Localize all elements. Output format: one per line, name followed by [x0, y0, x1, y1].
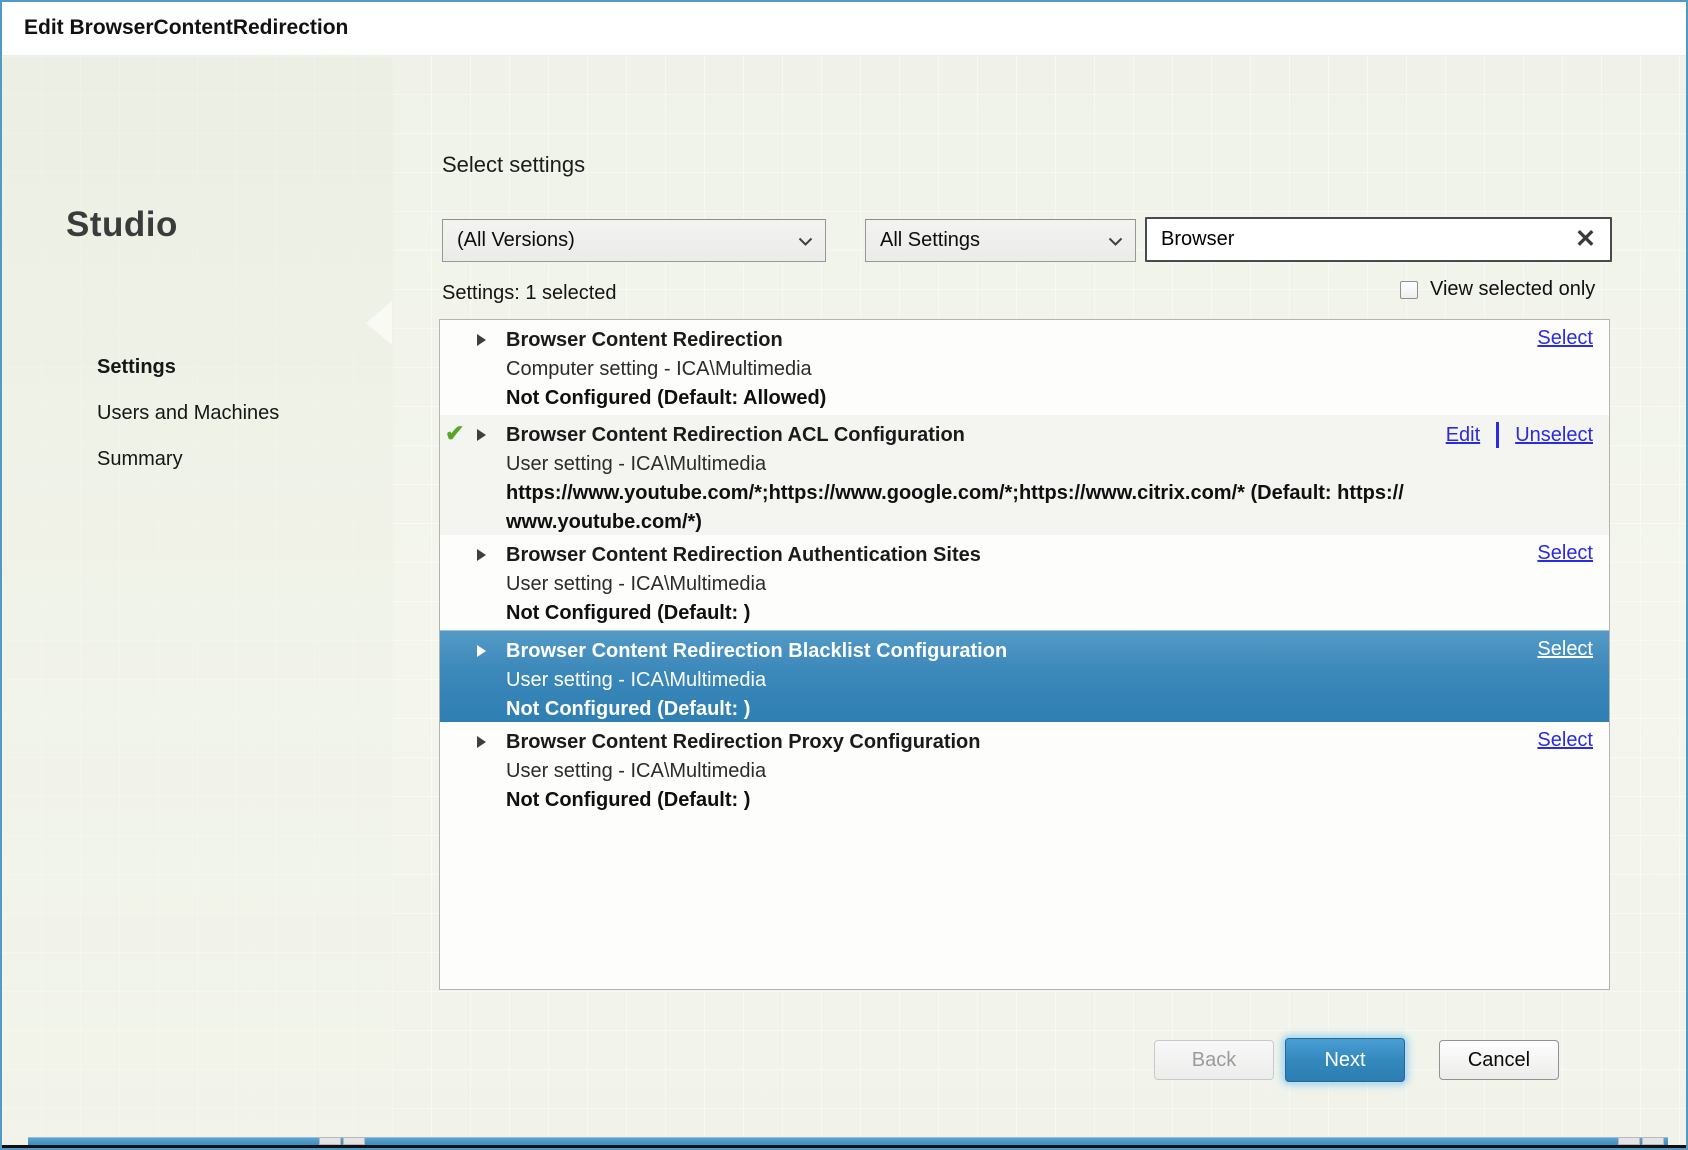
setting-row-acl-configuration[interactable]: ✔ Browser Content Redirection ACL Config…: [440, 415, 1609, 535]
page-title: Select settings: [442, 152, 585, 178]
settings-search-box: ✕: [1145, 217, 1612, 262]
scrollbar-button[interactable]: [1642, 1137, 1664, 1145]
setting-value: Not Configured (Default: ): [506, 695, 1439, 724]
sidebar-item-summary[interactable]: Summary: [97, 448, 279, 471]
setting-value-line-1: https://www.youtube.com/*;https://www.go…: [506, 479, 1439, 508]
setting-value: Not Configured (Default: Allowed): [506, 384, 1439, 413]
category-filter-dropdown[interactable]: All Settings: [865, 219, 1136, 262]
configured-check-icon: ✔: [445, 420, 464, 447]
edit-policy-window: Edit BrowserContentRedirection Studio Se…: [0, 0, 1688, 1150]
setting-row-blacklist-configuration[interactable]: Browser Content Redirection Blacklist Co…: [440, 630, 1609, 722]
expand-arrow-icon[interactable]: [477, 549, 486, 561]
setting-value-line-2: www.youtube.com/*): [506, 508, 1439, 537]
setting-scope: User setting - ICA\Multimedia: [506, 757, 1439, 786]
setting-row-authentication-sites[interactable]: Browser Content Redirection Authenticati…: [440, 535, 1609, 630]
select-link[interactable]: Select: [1537, 729, 1593, 752]
setting-row-browser-content-redirection[interactable]: Browser Content Redirection Computer set…: [440, 320, 1609, 415]
setting-title: Browser Content Redirection Authenticati…: [506, 541, 1439, 570]
setting-scope: User setting - ICA\Multimedia: [506, 450, 1439, 479]
expand-arrow-icon[interactable]: [477, 736, 486, 748]
active-step-notch: [366, 301, 392, 345]
wizard-steps: Settings Users and Machines Summary: [97, 356, 279, 494]
settings-list: Browser Content Redirection Computer set…: [439, 319, 1610, 990]
setting-value: Not Configured (Default: ): [506, 786, 1439, 815]
chevron-down-icon: [798, 237, 813, 247]
studio-brand: Studio: [66, 205, 178, 245]
expand-arrow-icon[interactable]: [477, 429, 486, 441]
setting-title: Browser Content Redirection Proxy Config…: [506, 728, 1439, 757]
category-filter-value: All Settings: [880, 229, 980, 252]
view-selected-only-control: View selected only: [1400, 278, 1595, 301]
scrollbar-button[interactable]: [1618, 1137, 1640, 1145]
select-link[interactable]: Select: [1537, 542, 1593, 565]
setting-title: Browser Content Redirection Blacklist Co…: [506, 637, 1439, 666]
sidebar-item-settings[interactable]: Settings: [97, 356, 279, 379]
expand-arrow-icon[interactable]: [477, 334, 486, 346]
edit-link[interactable]: Edit: [1446, 424, 1480, 447]
cancel-button[interactable]: Cancel: [1439, 1040, 1559, 1080]
expand-arrow-icon[interactable]: [477, 645, 486, 657]
window-titlebar: Edit BrowserContentRedirection: [2, 2, 1686, 56]
wizard-sidebar: Studio Settings Users and Machines Summa…: [2, 57, 394, 1138]
unselect-link[interactable]: Unselect: [1515, 424, 1593, 447]
selection-count: Settings: 1 selected: [442, 282, 617, 305]
setting-scope: User setting - ICA\Multimedia: [506, 666, 1439, 695]
select-link[interactable]: Select: [1537, 327, 1593, 350]
clear-search-icon[interactable]: ✕: [1575, 225, 1596, 253]
view-selected-only-label: View selected only: [1430, 278, 1595, 301]
background-window-edge: [2, 1145, 1686, 1148]
version-filter-value: (All Versions): [457, 229, 575, 252]
setting-scope: Computer setting - ICA\Multimedia: [506, 355, 1439, 384]
select-link[interactable]: Select: [1537, 638, 1593, 661]
setting-title: Browser Content Redirection: [506, 326, 1439, 355]
setting-row-proxy-configuration[interactable]: Browser Content Redirection Proxy Config…: [440, 722, 1609, 817]
horizontal-scrollbar[interactable]: [28, 1137, 1668, 1145]
setting-value: Not Configured (Default: ): [506, 599, 1439, 628]
next-button[interactable]: Next: [1285, 1038, 1405, 1082]
view-selected-only-checkbox[interactable]: [1400, 281, 1418, 299]
window-title: Edit BrowserContentRedirection: [24, 16, 348, 40]
link-divider: [1496, 422, 1499, 448]
sidebar-item-users-and-machines[interactable]: Users and Machines: [97, 402, 279, 425]
version-filter-dropdown[interactable]: (All Versions): [442, 219, 826, 262]
back-button[interactable]: Back: [1154, 1040, 1274, 1080]
search-input[interactable]: [1159, 222, 1539, 257]
scrollbar-button[interactable]: [319, 1137, 341, 1145]
setting-scope: User setting - ICA\Multimedia: [506, 570, 1439, 599]
setting-title: Browser Content Redirection ACL Configur…: [506, 421, 1439, 450]
chevron-down-icon: [1108, 237, 1123, 247]
scrollbar-button[interactable]: [343, 1137, 365, 1145]
